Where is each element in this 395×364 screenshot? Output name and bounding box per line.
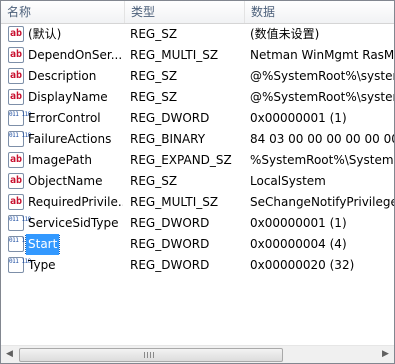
string-value-icon: ab [8, 152, 24, 168]
value-name-cell[interactable]: ab RequiredPrivile... [5, 192, 123, 213]
value-name: DependOnSer... [28, 48, 123, 62]
table-row[interactable]: ab RequiredPrivile... REG_MULTI_SZ SeChange… [1, 192, 394, 213]
value-name-cell[interactable]: 011 110 ErrorControl [5, 108, 123, 129]
horizontal-scrollbar[interactable]: ◀ ▶ [1, 345, 394, 363]
value-type: REG_SZ [130, 174, 178, 188]
value-name-cell[interactable]: ab DisplayName [5, 87, 123, 108]
value-name-cell[interactable]: 011 110 FailureActions [5, 129, 123, 150]
binary-value-icon: 011 110 [8, 110, 31, 126]
value-name: FailureActions [28, 132, 112, 146]
value-name-cell[interactable]: ab Description [5, 66, 123, 87]
value-data: 0x00000001 (1) [250, 111, 347, 125]
value-name-cell[interactable]: ab ImagePath [5, 150, 123, 171]
binary-value-icon: 011 110 [8, 257, 31, 273]
value-type: REG_SZ [130, 69, 178, 83]
value-name: (默认) [28, 27, 62, 41]
scroll-thumb[interactable] [19, 348, 283, 362]
value-name: ObjectName [28, 174, 103, 188]
value-data: 0x00000004 (4) [250, 237, 347, 251]
value-data: Netman WinMgmt RasM [250, 48, 394, 62]
column-header-data[interactable]: 数据 [245, 1, 394, 23]
value-type: REG_MULTI_SZ [130, 195, 219, 209]
table-row[interactable]: 011 110 Type REG_DWORD 0x00000020 (32) [1, 255, 394, 276]
value-type: REG_BINARY [130, 132, 206, 146]
string-value-icon: ab [8, 26, 24, 42]
value-name: RequiredPrivile... [28, 195, 123, 209]
value-name: Type [28, 258, 56, 272]
table-row[interactable]: ab ObjectName REG_SZ LocalSystem [1, 171, 394, 192]
value-name: ImagePath [28, 153, 92, 167]
table-row[interactable]: ab DependOnSer... REG_MULTI_SZ Netman WinMg… [1, 45, 394, 66]
binary-value-icon: 011 110 [8, 131, 31, 147]
value-data: %SystemRoot%\System3 [250, 153, 394, 167]
string-value-icon: ab [8, 89, 24, 105]
string-value-icon: ab [8, 173, 24, 189]
value-name: Start [24, 234, 61, 255]
value-type: REG_DWORD [130, 258, 210, 272]
table-row[interactable]: 011 110 FailureActions REG_BINARY 84 03 00 … [1, 129, 394, 150]
value-name-cell[interactable]: 011 110 Start [5, 234, 123, 255]
value-name-cell[interactable]: ab (默认) [5, 24, 123, 45]
value-data: SeChangeNotifyPrivilege [250, 195, 394, 209]
table-row[interactable]: 011 110 ErrorControl REG_DWORD 0x00000001 (… [1, 108, 394, 129]
string-value-icon: ab [8, 194, 24, 210]
value-name-cell[interactable]: 011 110 Type [5, 255, 123, 276]
value-name-cell[interactable]: 011 110 ServiceSidType [5, 213, 123, 234]
value-type: REG_DWORD [130, 216, 210, 230]
value-name-cell[interactable]: ab ObjectName [5, 171, 123, 192]
value-data: 0x00000020 (32) [250, 258, 355, 272]
string-value-icon: ab [8, 47, 24, 63]
value-type: REG_DWORD [130, 237, 210, 251]
value-data: @%SystemRoot%\system [250, 69, 394, 83]
table-row[interactable]: 011 110 Start REG_DWORD 0x00000004 (4) [1, 234, 394, 255]
value-name: ServiceSidType [28, 216, 119, 230]
list-header: 名称 类型 数据 [1, 1, 394, 24]
table-row[interactable]: ab ImagePath REG_EXPAND_SZ %SystemRoot%\Sys… [1, 150, 394, 171]
binary-value-icon: 011 110 [8, 215, 31, 231]
column-header-type[interactable]: 类型 [125, 1, 245, 23]
value-rows: ab (默认) REG_SZ (数值未设置) ab DependOnSer... REG_M… [1, 24, 394, 276]
value-data: 0x00000001 (1) [250, 216, 347, 230]
value-name: DisplayName [28, 90, 108, 104]
value-name: Description [28, 69, 97, 83]
scroll-right-icon[interactable]: ▶ [377, 346, 394, 363]
scroll-grip-icon [144, 352, 156, 358]
table-row[interactable]: ab Description REG_SZ @%SystemRoot%\system [1, 66, 394, 87]
registry-value-list: 名称 类型 数据 ab (默认) REG_SZ (数值未设置) ab DependOnSe… [0, 0, 395, 364]
scroll-left-icon[interactable]: ◀ [1, 346, 18, 363]
value-type: REG_MULTI_SZ [130, 48, 219, 62]
binary-value-icon: 011 110 [8, 236, 31, 252]
value-data: 84 03 00 00 00 00 00 00 [250, 132, 394, 146]
string-value-icon: ab [8, 68, 24, 84]
table-row[interactable]: ab DisplayName REG_SZ @%SystemRoot%\system [1, 87, 394, 108]
value-type: REG_SZ [130, 90, 178, 104]
column-header-name[interactable]: 名称 [1, 1, 125, 23]
table-row[interactable]: ab (默认) REG_SZ (数值未设置) [1, 24, 394, 45]
value-data: (数值未设置) [250, 27, 320, 41]
value-name-cell[interactable]: ab DependOnSer... [5, 45, 123, 66]
table-row[interactable]: 011 110 ServiceSidType REG_DWORD 0x00000001… [1, 213, 394, 234]
value-type: REG_SZ [130, 27, 178, 41]
value-data: LocalSystem [250, 174, 326, 188]
value-type: REG_EXPAND_SZ [130, 153, 232, 167]
value-name: ErrorControl [28, 111, 101, 125]
value-data: @%SystemRoot%\system [250, 90, 394, 104]
value-type: REG_DWORD [130, 111, 210, 125]
